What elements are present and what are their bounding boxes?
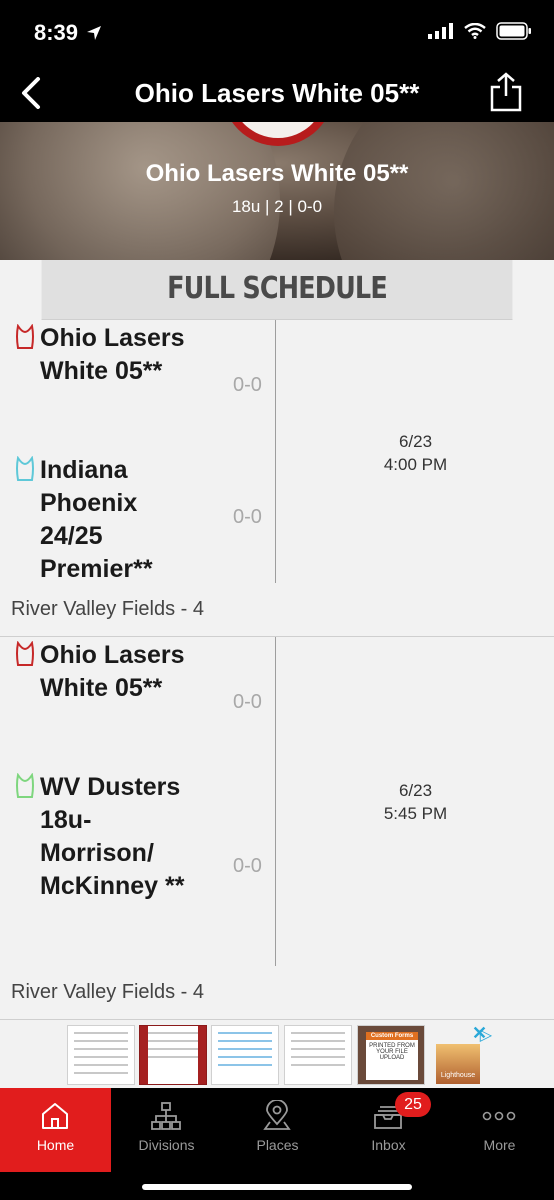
tab-label: Inbox: [371, 1137, 406, 1153]
game-location: River Valley Fields - 4: [11, 981, 205, 1003]
tab-label: More: [483, 1137, 516, 1153]
game-date: 6/23: [398, 432, 433, 451]
ad-custom-forms-text: PRINTED FROM YOUR FILE UPLOAD: [369, 1043, 415, 1061]
signal-icon: [428, 23, 453, 39]
wifi-icon: [464, 23, 486, 39]
team-jersey-icon: [16, 773, 34, 798]
tab-places[interactable]: Places: [222, 1088, 333, 1172]
game-teams: Ohio Lasers White 05** 0-0 WV Dusters 18…: [0, 637, 276, 966]
game-datetime: 6/23 5:45 PM: [277, 779, 554, 825]
home-team-row: Ohio Lasers White 05**: [0, 639, 190, 705]
back-button[interactable]: [14, 76, 48, 110]
away-team-score: 0-0: [233, 506, 262, 528]
battery-icon: [496, 22, 531, 40]
map-pin-icon: [257, 1096, 297, 1136]
home-team-name: Ohio Lasers White 05**: [40, 641, 185, 702]
away-team-score: 0-0: [233, 855, 262, 877]
share-icon: [490, 72, 522, 112]
tab-home[interactable]: Home: [0, 1088, 111, 1172]
ad-brand-name: Lighthouse: [440, 1072, 476, 1079]
location-arrow-icon: [87, 26, 102, 40]
ad-form-thumbnail[interactable]: [139, 1025, 207, 1085]
home-team-name: Ohio Lasers White 05**: [40, 324, 185, 385]
ad-form-thumbnail[interactable]: [211, 1025, 279, 1085]
game-time: 4:00 PM: [383, 455, 448, 474]
ad-brand[interactable]: Lighthouse: [436, 1044, 480, 1084]
tab-label: Home: [36, 1137, 75, 1153]
status-time: 8:39: [34, 20, 102, 46]
tab-more[interactable]: More: [444, 1088, 554, 1172]
team-summary: 18u | 2 | 0-0: [231, 197, 323, 216]
tab-label: Places: [256, 1137, 299, 1153]
game-datetime: 6/23 4:00 PM: [277, 430, 554, 476]
ad-custom-forms-title: Custom Forms: [366, 1032, 418, 1040]
status-bar: 8:39: [0, 0, 554, 64]
team-jersey-icon: [16, 456, 34, 481]
game-card[interactable]: Ohio Lasers White 05** 0-0 WV Dusters 18…: [0, 637, 554, 1020]
away-team-row: WV Dusters 18u-Morrison/ McKinney **: [0, 771, 190, 903]
bracket-icon: [146, 1096, 186, 1136]
tab-label: Divisions: [138, 1137, 195, 1153]
game-location: River Valley Fields - 4: [11, 598, 205, 620]
ad-form-thumbnail[interactable]: [284, 1025, 352, 1085]
away-team-row: WV Dusters 18u-Morrison/ McKinney ** Ind…: [0, 454, 190, 586]
navigation-bar: Ohio Lasers White 05**: [0, 64, 554, 122]
baseball-background-right: [334, 122, 554, 260]
game-card[interactable]: Ohio Lasers White 05** 0-0 WV Dusters 18…: [0, 320, 554, 637]
more-dots-icon: [479, 1096, 519, 1136]
section-heading: FULL SCHEDULE: [41, 260, 513, 320]
status-indicators: [428, 22, 532, 40]
ad-form-thumbnail[interactable]: [67, 1025, 135, 1085]
team-header: Ohio Lasers White 05** 18u | 2 | 0-0: [0, 122, 554, 260]
ad-custom-forms[interactable]: Custom Forms PRINTED FROM YOUR FILE UPLO…: [357, 1025, 425, 1085]
home-team-score: 0-0: [233, 374, 262, 396]
team-jersey-icon: [16, 324, 34, 349]
away-team-name: WV Dusters 18u-Morrison/ McKinney **: [40, 773, 185, 900]
share-button[interactable]: [486, 70, 526, 114]
home-team-score: 0-0: [233, 691, 262, 713]
game-time: 5:45 PM: [383, 804, 448, 823]
team-name: Ohio Lasers White 05**: [145, 160, 409, 187]
chevron-left-icon: [22, 77, 40, 109]
ad-banner[interactable]: Custom Forms PRINTED FROM YOUR FILE UPLO…: [0, 1020, 554, 1088]
home-team-row: Ohio Lasers White 05**: [0, 322, 190, 388]
schedule-list: FULL SCHEDULE Ohio Lasers White 05** 0-0…: [0, 260, 554, 1020]
clock: 8:39: [34, 20, 79, 45]
ad-close-button[interactable]: ✕: [472, 1023, 487, 1044]
baseball-background: [0, 122, 280, 260]
home-icon: [35, 1096, 75, 1136]
inbox-badge: 25: [395, 1092, 431, 1117]
team-jersey-icon: [16, 641, 34, 666]
away-team-name: Indiana Phoenix 24/25 Premier**: [40, 456, 153, 583]
home-indicator[interactable]: [142, 1184, 412, 1190]
game-teams: Ohio Lasers White 05** 0-0 WV Dusters 18…: [0, 320, 276, 583]
tab-divisions[interactable]: Divisions: [111, 1088, 222, 1172]
game-date: 6/23: [398, 781, 433, 800]
page-title: Ohio Lasers White 05**: [134, 78, 420, 108]
